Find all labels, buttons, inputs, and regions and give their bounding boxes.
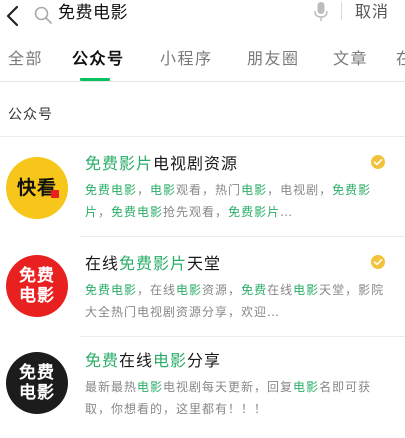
highlighted-keyword: 电影: [241, 183, 268, 197]
tab-official-accounts[interactable]: 公众号: [72, 48, 125, 70]
result-title: 免费在线电影分享: [85, 351, 221, 371]
back-arrow-icon[interactable]: [4, 4, 24, 28]
text-segment: 分享: [187, 351, 222, 370]
text-segment: 电视剧资源: [153, 154, 239, 173]
text-segment: 抢先观看，: [163, 205, 229, 219]
text-segment: 最新最热: [85, 380, 138, 394]
text-segment: ，在线: [137, 283, 177, 297]
text-segment: 在线: [267, 283, 294, 297]
highlighted-keyword: 免费电影: [111, 205, 164, 219]
highlighted-keyword: 电影: [293, 380, 320, 394]
highlighted-keyword: 免费电影: [85, 183, 138, 197]
search-bar: 免费电影 取消: [0, 0, 405, 40]
avatar: 快看: [6, 157, 68, 219]
highlighted-keyword: 电影: [153, 351, 188, 370]
text-segment: …: [280, 205, 294, 219]
text-segment: 在线: [85, 254, 120, 273]
filter-tabs: 全部 公众号 小程序 朋友圈 文章 在: [0, 40, 405, 82]
avatar-label-line2: 电影: [19, 286, 55, 306]
text-segment: ，: [98, 205, 112, 219]
search-divider: [341, 2, 342, 20]
section-title: 公众号: [8, 107, 53, 123]
highlighted-keyword: 免费影片: [119, 254, 188, 273]
result-description: 最新最热电影电视剧每天更新，回复电影名即可获取，你想看的，这里都有！！！: [85, 376, 385, 420]
search-icon: [34, 6, 52, 24]
result-item[interactable]: 免费 电影 在线免费影片天堂 免费电影，在线电影资源，免费在线电影天堂，影院大全…: [0, 237, 405, 337]
microphone-icon[interactable]: [313, 1, 329, 23]
result-title: 免费影片电视剧资源: [85, 154, 238, 174]
result-description: 免费电影，电影观看，热门电影，电视剧，免费影片，免费电影抢先观看，免费影片…: [85, 179, 385, 223]
highlighted-keyword: 电影: [150, 183, 177, 197]
highlighted-keyword: 免费: [241, 283, 268, 297]
verified-icon: [371, 255, 385, 269]
verified-icon: [371, 155, 385, 169]
search-input[interactable]: 免费电影: [28, 0, 336, 30]
avatar-badge: [51, 190, 59, 198]
avatar: 免费 电影: [6, 352, 68, 414]
highlighted-keyword: 电影: [176, 283, 203, 297]
text-segment: 观看，热门: [176, 183, 242, 197]
highlighted-keyword: 电影: [137, 380, 164, 394]
text-segment: ，电视剧，: [267, 183, 333, 197]
text-segment: 资源，: [202, 283, 242, 297]
search-query[interactable]: 免费电影: [58, 2, 128, 24]
tab-moments[interactable]: 朋友圈: [247, 48, 300, 70]
result-description: 免费电影，在线电影资源，免费在线电影天堂，影院大全热门电视剧资源分享，欢迎…: [85, 279, 385, 323]
highlighted-keyword: 电影: [293, 283, 320, 297]
text-segment: ，: [137, 183, 151, 197]
avatar-label-line1: 免费: [19, 266, 55, 286]
result-item[interactable]: 免费 电影 免费在线电影分享 最新最热电影电视剧每天更新，回复电影名即可获取，你…: [0, 337, 405, 437]
text-segment: 电视剧每天更新，回复: [163, 380, 294, 394]
text-segment: 在线: [119, 351, 154, 370]
avatar-label-line2: 电影: [19, 383, 55, 403]
tab-mini-programs[interactable]: 小程序: [160, 48, 213, 70]
highlighted-keyword: 免费: [85, 351, 120, 370]
result-title: 在线免费影片天堂: [85, 254, 221, 274]
avatar-label-line1: 免费: [19, 363, 55, 383]
tab-more[interactable]: 在: [396, 48, 405, 70]
tab-all[interactable]: 全部: [8, 48, 43, 70]
active-tab-indicator: [80, 78, 110, 81]
cancel-button[interactable]: 取消: [355, 1, 389, 23]
text-segment: 天堂: [187, 254, 222, 273]
highlighted-keyword: 免费影片: [228, 205, 281, 219]
result-item[interactable]: 快看 免费影片电视剧资源 免费电影，电影观看，热门电影，电视剧，免费影片，免费电…: [0, 137, 405, 237]
highlighted-keyword: 免费电影: [85, 283, 138, 297]
avatar: 免费 电影: [6, 255, 68, 317]
highlighted-keyword: 免费影片: [85, 154, 154, 173]
tab-articles[interactable]: 文章: [333, 48, 368, 70]
